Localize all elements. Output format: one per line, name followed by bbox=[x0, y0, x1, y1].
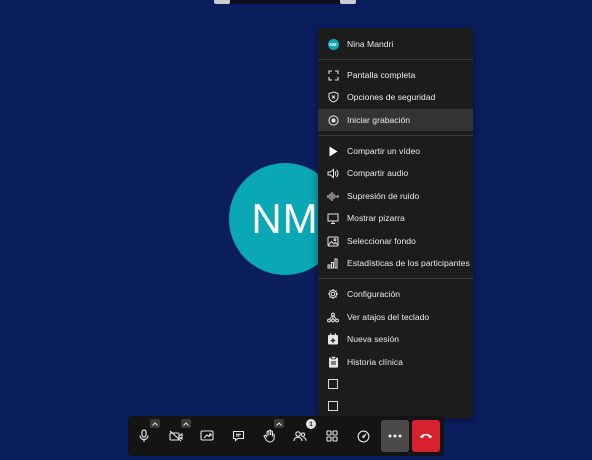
more-actions-button[interactable] bbox=[381, 420, 409, 452]
menu-item-new-session[interactable]: Nueva sesión bbox=[318, 328, 473, 350]
hangup-icon bbox=[419, 432, 433, 440]
camera-off-icon bbox=[169, 430, 183, 442]
participants-icon bbox=[293, 430, 307, 442]
raise-hand-icon bbox=[263, 429, 276, 443]
menu-user-header[interactable]: NM Nina Mandri bbox=[318, 33, 473, 55]
menu-item-label: Nueva sesión bbox=[347, 334, 400, 344]
share-screen-icon bbox=[200, 430, 214, 442]
image-icon bbox=[327, 235, 339, 247]
menu-user-name: Nina Mandri bbox=[347, 39, 394, 49]
menu-item-keyboard-shortcuts[interactable]: Ver atajos del teclado bbox=[318, 306, 473, 328]
speed-icon bbox=[357, 430, 370, 443]
meeting-toolbar: 1 bbox=[128, 416, 444, 456]
menu-item-fullscreen[interactable]: Pantalla completa bbox=[318, 64, 473, 86]
user-avatar-icon: NM bbox=[327, 38, 339, 50]
menu-item-share-audio[interactable]: Compartir audio bbox=[318, 162, 473, 184]
chevron-up-icon bbox=[152, 421, 158, 426]
clipboard-icon bbox=[327, 356, 339, 368]
menu-item-label: Configuración bbox=[347, 289, 401, 299]
menu-item-label: Historia clínica bbox=[347, 357, 403, 367]
keyboard-shortcuts-icon bbox=[327, 311, 339, 323]
menu-item-label: Ver atajos del teclado bbox=[347, 312, 430, 322]
chevron-up-icon bbox=[276, 421, 282, 426]
menu-item-settings[interactable]: Configuración bbox=[318, 283, 473, 305]
menu-item-show-whiteboard[interactable]: Mostrar pizarra bbox=[318, 207, 473, 229]
menu-divider bbox=[318, 135, 473, 136]
hangup-button[interactable] bbox=[412, 420, 440, 452]
camera-options-caret[interactable] bbox=[181, 419, 191, 428]
menu-item-label: Compartir un vídeo bbox=[347, 146, 421, 156]
menu-item-participant-stats[interactable]: Estadísticas de los participantes bbox=[318, 252, 473, 274]
menu-item-noise-suppression[interactable]: Supresión de ruido bbox=[318, 185, 473, 207]
bar-chart-icon bbox=[327, 257, 339, 269]
menu-item-label: Mostrar pizarra bbox=[347, 213, 405, 223]
menu-item-label: Seleccionar fondo bbox=[347, 236, 416, 246]
more-icon bbox=[388, 434, 402, 438]
record-icon bbox=[327, 114, 339, 126]
menu-divider bbox=[318, 278, 473, 279]
microphone-icon bbox=[138, 429, 150, 443]
participants-count-badge: 1 bbox=[306, 419, 316, 429]
menu-item-security-options[interactable]: Opciones de seguridad bbox=[318, 86, 473, 108]
play-icon bbox=[327, 145, 339, 157]
noise-suppression-icon bbox=[327, 190, 339, 202]
menu-item-select-background[interactable]: Seleccionar fondo bbox=[318, 230, 473, 252]
filmstrip-handle-left[interactable] bbox=[214, 0, 230, 4]
more-options-menu: NM Nina Mandri Pantalla completa Opcione… bbox=[318, 28, 473, 418]
speaker-icon bbox=[327, 167, 339, 179]
chevron-up-icon bbox=[183, 421, 189, 426]
menu-item-label: Supresión de ruido bbox=[347, 191, 420, 201]
menu-item-label: Estadísticas de los participantes bbox=[347, 258, 470, 268]
empty-menu-item-box[interactable] bbox=[328, 401, 338, 411]
menu-item-share-video[interactable]: Compartir un vídeo bbox=[318, 140, 473, 162]
gear-icon bbox=[327, 288, 339, 300]
menu-item-label: Opciones de seguridad bbox=[347, 92, 436, 102]
chat-icon bbox=[232, 430, 245, 442]
top-filmstrip-bar bbox=[214, 0, 356, 4]
performance-settings-button[interactable] bbox=[349, 420, 377, 452]
whiteboard-icon bbox=[327, 212, 339, 224]
menu-item-start-recording[interactable]: Iniciar grabación bbox=[318, 109, 473, 131]
empty-menu-item-box[interactable] bbox=[328, 379, 338, 389]
menu-item-clinical-history[interactable]: Historia clínica bbox=[318, 351, 473, 373]
tile-view-icon bbox=[326, 430, 338, 442]
fullscreen-icon bbox=[327, 69, 339, 81]
reactions-options-caret[interactable] bbox=[274, 419, 284, 428]
menu-divider bbox=[318, 59, 473, 60]
calendar-add-icon bbox=[327, 333, 339, 345]
menu-item-label: Pantalla completa bbox=[347, 70, 416, 80]
tile-view-button[interactable] bbox=[318, 420, 346, 452]
chat-button[interactable] bbox=[224, 420, 252, 452]
microphone-options-caret[interactable] bbox=[150, 419, 160, 428]
shield-icon bbox=[327, 91, 339, 103]
filmstrip-handle-right[interactable] bbox=[340, 0, 356, 4]
menu-item-label: Iniciar grabación bbox=[347, 115, 411, 125]
share-screen-button[interactable] bbox=[193, 420, 221, 452]
menu-item-label: Compartir audio bbox=[347, 168, 409, 178]
